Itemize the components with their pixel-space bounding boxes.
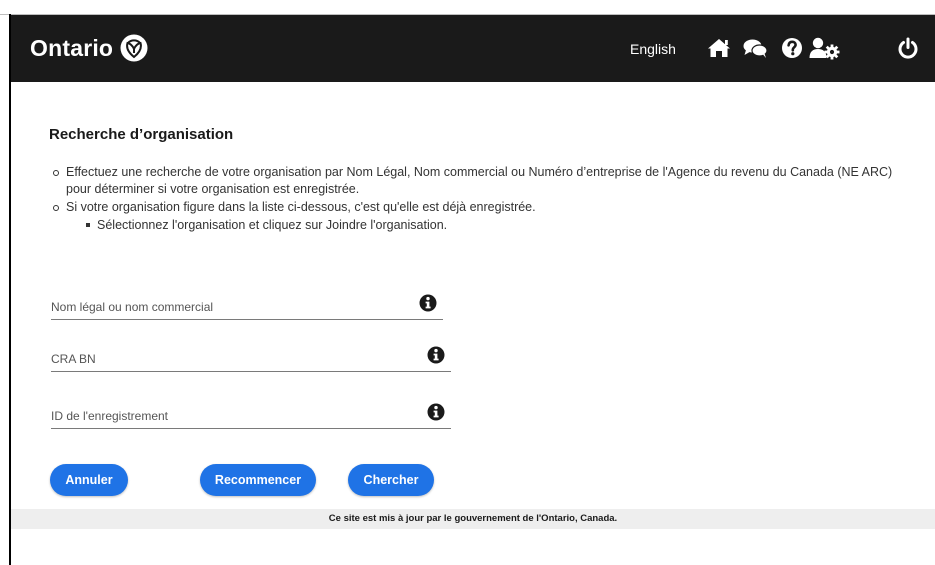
legal-name-input[interactable] <box>51 298 401 316</box>
window-top-edge <box>0 0 935 14</box>
info-icon[interactable] <box>419 294 437 312</box>
instruction-item: Effectuez une recherche de votre organis… <box>49 164 919 198</box>
registration-id-input[interactable] <box>51 407 401 425</box>
trillium-icon <box>120 34 148 62</box>
power-icon[interactable] <box>894 34 922 62</box>
footer-text: Ce site est mis à jour par le gouverneme… <box>328 513 618 524</box>
cra-bn-field <box>51 346 451 372</box>
instruction-item: Si votre organisation figure dans la lis… <box>49 199 919 216</box>
sub-instruction-item: Sélectionnez l'organisation et cliquez s… <box>49 217 919 234</box>
help-icon[interactable] <box>778 34 806 62</box>
main-content: Recherche d’organisation Effectuez une r… <box>11 82 935 509</box>
home-icon[interactable] <box>705 34 733 62</box>
instructions-list: Effectuez une recherche de votre organis… <box>49 164 919 234</box>
language-toggle-link[interactable]: English <box>630 41 676 57</box>
info-icon[interactable] <box>427 346 445 364</box>
chat-icon[interactable] <box>741 34 769 62</box>
site-header: Ontario English <box>11 15 935 82</box>
ontario-logo[interactable]: Ontario <box>30 33 149 63</box>
cra-bn-input[interactable] <box>51 350 401 368</box>
cancel-button[interactable]: Annuler <box>50 464 128 496</box>
page-title: Recherche d’organisation <box>49 126 234 143</box>
user-settings-icon[interactable] <box>808 34 842 62</box>
search-button[interactable]: Chercher <box>348 464 434 496</box>
site-footer: Ce site est mis à jour par le gouverneme… <box>11 509 935 529</box>
info-icon[interactable] <box>427 403 445 421</box>
logo-text: Ontario <box>30 34 114 61</box>
reset-button[interactable]: Recommencer <box>200 464 316 496</box>
legal-name-field <box>51 294 443 320</box>
registration-id-field <box>51 403 451 429</box>
